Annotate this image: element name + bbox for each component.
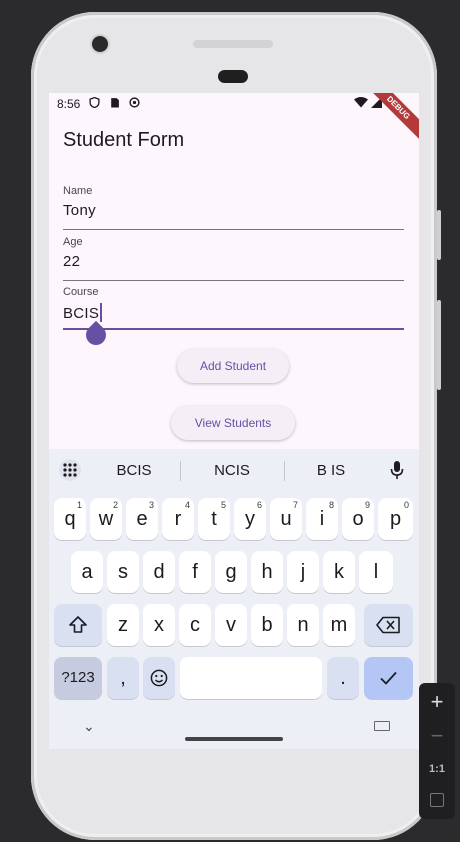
shift-icon [69,616,87,633]
page-title: Student Form [63,129,185,151]
name-field-value[interactable]: Tony [63,202,404,219]
fit-screen-icon[interactable] [419,793,455,812]
enter-key[interactable] [364,657,413,699]
proximity-sensor [218,70,248,83]
key-s[interactable]: s [107,551,139,593]
key-l[interactable]: l [359,551,393,593]
zoom-in-icon[interactable]: + [419,689,455,715]
shield-icon [89,97,100,108]
emoji-key[interactable] [143,657,175,699]
key-x[interactable]: x [143,604,175,646]
key-j[interactable]: j [287,551,319,593]
shift-key[interactable] [54,604,102,646]
checkmark-icon [380,671,397,685]
zoom-ratio-label[interactable]: 1:1 [419,763,455,775]
key-q[interactable]: q1 [54,498,86,540]
key-r[interactable]: r4 [162,498,194,540]
soft-keyboard: BCIS NCIS B IS q1 w2 e3 r4 t5 y6 u7 i8 o… [49,449,419,749]
key-k[interactable]: k [323,551,355,593]
debug-banner: DEBUG [361,93,419,145]
microphone-icon[interactable] [390,460,404,480]
name-field[interactable]: Name Tony [63,185,404,230]
course-field-underline [63,328,404,330]
key-o[interactable]: o9 [342,498,374,540]
suggestion-divider [284,461,285,481]
key-z[interactable]: z [107,604,139,646]
name-field-label: Name [63,185,93,197]
key-m[interactable]: m [323,604,355,646]
chevron-down-icon[interactable]: ⌄ [83,718,95,735]
suggestion-divider [180,461,181,481]
key-i[interactable]: i8 [306,498,338,540]
course-field-value: BCIS [63,305,100,322]
comma-key[interactable]: , [107,657,139,699]
age-field-label: Age [63,236,83,248]
data-saver-icon [129,97,140,108]
wifi-icon [354,97,368,108]
power-button [437,300,441,390]
status-bar: 8:56 DEBUG [49,93,419,145]
app-grid-icon[interactable] [59,459,81,481]
name-field-underline [63,229,404,230]
key-g[interactable]: g [215,551,247,593]
emoji-icon [150,669,168,687]
text-cursor [100,303,103,322]
key-a[interactable]: a [71,551,103,593]
zoom-out-icon[interactable]: − [419,723,455,749]
age-field[interactable]: Age 22 [63,236,404,281]
key-f[interactable]: f [179,551,211,593]
age-field-value[interactable]: 22 [63,253,404,270]
key-v[interactable]: v [215,604,247,646]
key-d[interactable]: d [143,551,175,593]
key-p[interactable]: p0 [378,498,413,540]
sim-card-icon [111,98,119,108]
device-screen: 8:56 DEBUG Student Form Name Tony Age 22… [49,93,419,749]
course-field[interactable]: Course BCIS [63,286,404,332]
key-n[interactable]: n [287,604,319,646]
volume-button [437,210,441,260]
keyboard-switch-icon[interactable] [374,721,390,731]
key-u[interactable]: u7 [270,498,302,540]
suggestion-strip: BCIS NCIS B IS [49,449,419,493]
key-b[interactable]: b [251,604,283,646]
key-c[interactable]: c [179,604,211,646]
key-y[interactable]: y6 [234,498,266,540]
course-field-input[interactable]: BCIS [63,303,404,322]
backspace-key[interactable] [364,604,413,646]
status-time: 8:56 [57,97,81,111]
course-field-label: Course [63,286,99,298]
key-t[interactable]: t5 [198,498,230,540]
key-e[interactable]: e3 [126,498,158,540]
view-students-button[interactable]: View Students [171,406,295,440]
emulator-toolbar: + − 1:1 [419,683,455,819]
home-handle[interactable] [185,737,283,741]
suggestion-item[interactable]: NCIS [207,462,257,479]
space-key[interactable] [180,657,322,699]
period-key[interactable]: . [327,657,359,699]
key-w[interactable]: w2 [90,498,122,540]
suggestion-item[interactable]: BCIS [109,462,159,479]
backspace-icon [376,616,400,634]
add-student-button[interactable]: Add Student [177,349,289,383]
numbers-key[interactable]: ?123 [54,657,102,699]
earpiece-speaker [193,40,273,48]
age-field-underline [63,280,404,281]
front-camera [92,36,108,52]
suggestion-item[interactable]: B IS [306,462,356,479]
key-h[interactable]: h [251,551,283,593]
